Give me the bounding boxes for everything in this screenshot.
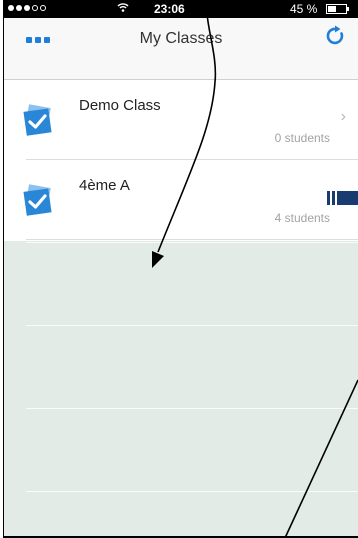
row-divider [26,239,358,240]
empty-list-area [4,241,358,536]
class-row-demo-class[interactable]: Demo Class 0 students › [4,80,358,160]
battery-tip [347,7,349,11]
empty-row-divider [26,325,358,326]
page-title: My Classes [139,30,223,47]
bar-indicator-icon[interactable] [327,191,358,205]
class-list: Demo Class 0 students › 4ème A 4 student… [4,80,358,240]
checkbox-notebook-icon [18,100,58,140]
wifi-icon [117,1,129,16]
student-count: 4 students [274,211,330,225]
navigation-bar: My Classes [4,18,358,80]
battery-level-fill [328,6,336,12]
refresh-icon[interactable] [324,24,348,53]
signal-strength-icon [8,5,46,11]
chevron-right-icon: › [340,108,346,125]
phone-screen: 23:06 45 % My Classes Demo Class 0 stude… [3,0,358,538]
status-bar: 23:06 45 % [4,0,358,18]
empty-row-divider [26,491,358,492]
empty-row-divider [26,408,358,409]
student-count: 0 students [274,131,330,145]
empty-row-divider [26,242,358,243]
class-name: Demo Class [79,97,161,114]
battery-percent: 45 % [290,2,318,16]
class-name: 4ème A [79,177,130,194]
checkbox-notebook-icon [18,180,58,220]
status-time: 23:06 [154,2,185,16]
battery-icon [326,4,347,14]
class-row-4eme-a[interactable]: 4ème A 4 students [4,160,358,240]
